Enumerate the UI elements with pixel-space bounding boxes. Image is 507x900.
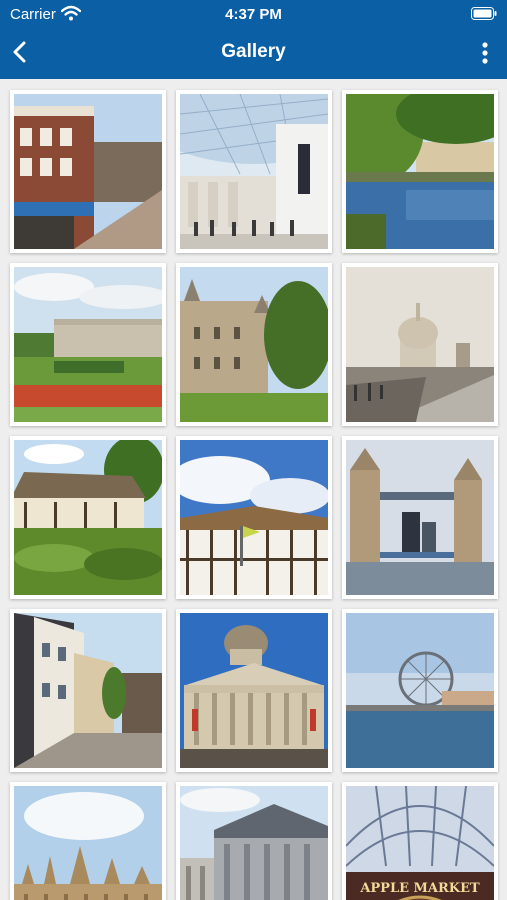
page-title: Gallery bbox=[221, 41, 286, 62]
photo-image bbox=[180, 267, 328, 422]
photo-image: APPLE MARKET bbox=[346, 786, 494, 900]
photo-tile-notting-hill-street[interactable] bbox=[10, 609, 166, 772]
photo-tile-camden-market[interactable] bbox=[10, 90, 166, 253]
more-menu-button[interactable] bbox=[477, 38, 493, 68]
photo-image bbox=[180, 440, 328, 595]
photo-tile-st-pauls-millennium-bridge[interactable] bbox=[342, 263, 498, 426]
photo-image bbox=[346, 440, 494, 595]
photo-image bbox=[14, 94, 162, 249]
photo-tile-british-museum-facade[interactable] bbox=[176, 782, 332, 900]
status-bar: Carrier 4:37 PM bbox=[0, 0, 507, 28]
photo-tile-tower-of-london[interactable] bbox=[176, 263, 332, 426]
photo-image bbox=[346, 613, 494, 768]
top-bar: Carrier 4:37 PM Gallery bbox=[0, 0, 507, 79]
photo-tile-buckingham-palace[interactable] bbox=[10, 263, 166, 426]
photo-image bbox=[180, 94, 328, 249]
photo-image bbox=[14, 440, 162, 595]
battery-icon bbox=[471, 7, 497, 20]
photo-tile-shakespeares-globe[interactable] bbox=[176, 436, 332, 599]
photo-image bbox=[180, 613, 328, 768]
photo-image bbox=[346, 267, 494, 422]
photo-image bbox=[14, 613, 162, 768]
photo-image bbox=[14, 786, 162, 900]
clock: 4:37 PM bbox=[225, 6, 282, 23]
photo-grid: APPLE MARKET bbox=[0, 79, 507, 900]
photo-image bbox=[180, 786, 328, 900]
photo-image bbox=[346, 94, 494, 249]
photo-tile-covent-garden-apple-market[interactable]: APPLE MARKET bbox=[342, 782, 498, 900]
photo-tile-london-eye[interactable] bbox=[342, 609, 498, 772]
apple-market-sign: APPLE MARKET bbox=[359, 881, 480, 896]
navigation-bar: Gallery bbox=[0, 30, 507, 76]
photo-tile-british-museum-great-court[interactable] bbox=[176, 90, 332, 253]
photo-tile-tower-bridge[interactable] bbox=[342, 436, 498, 599]
photo-image bbox=[14, 267, 162, 422]
photo-tile-westminster-palace[interactable] bbox=[10, 782, 166, 900]
photo-tile-thatched-cottage[interactable] bbox=[10, 436, 166, 599]
photo-tile-st-james-park-lake[interactable] bbox=[342, 90, 498, 253]
photo-tile-national-gallery[interactable] bbox=[176, 609, 332, 772]
